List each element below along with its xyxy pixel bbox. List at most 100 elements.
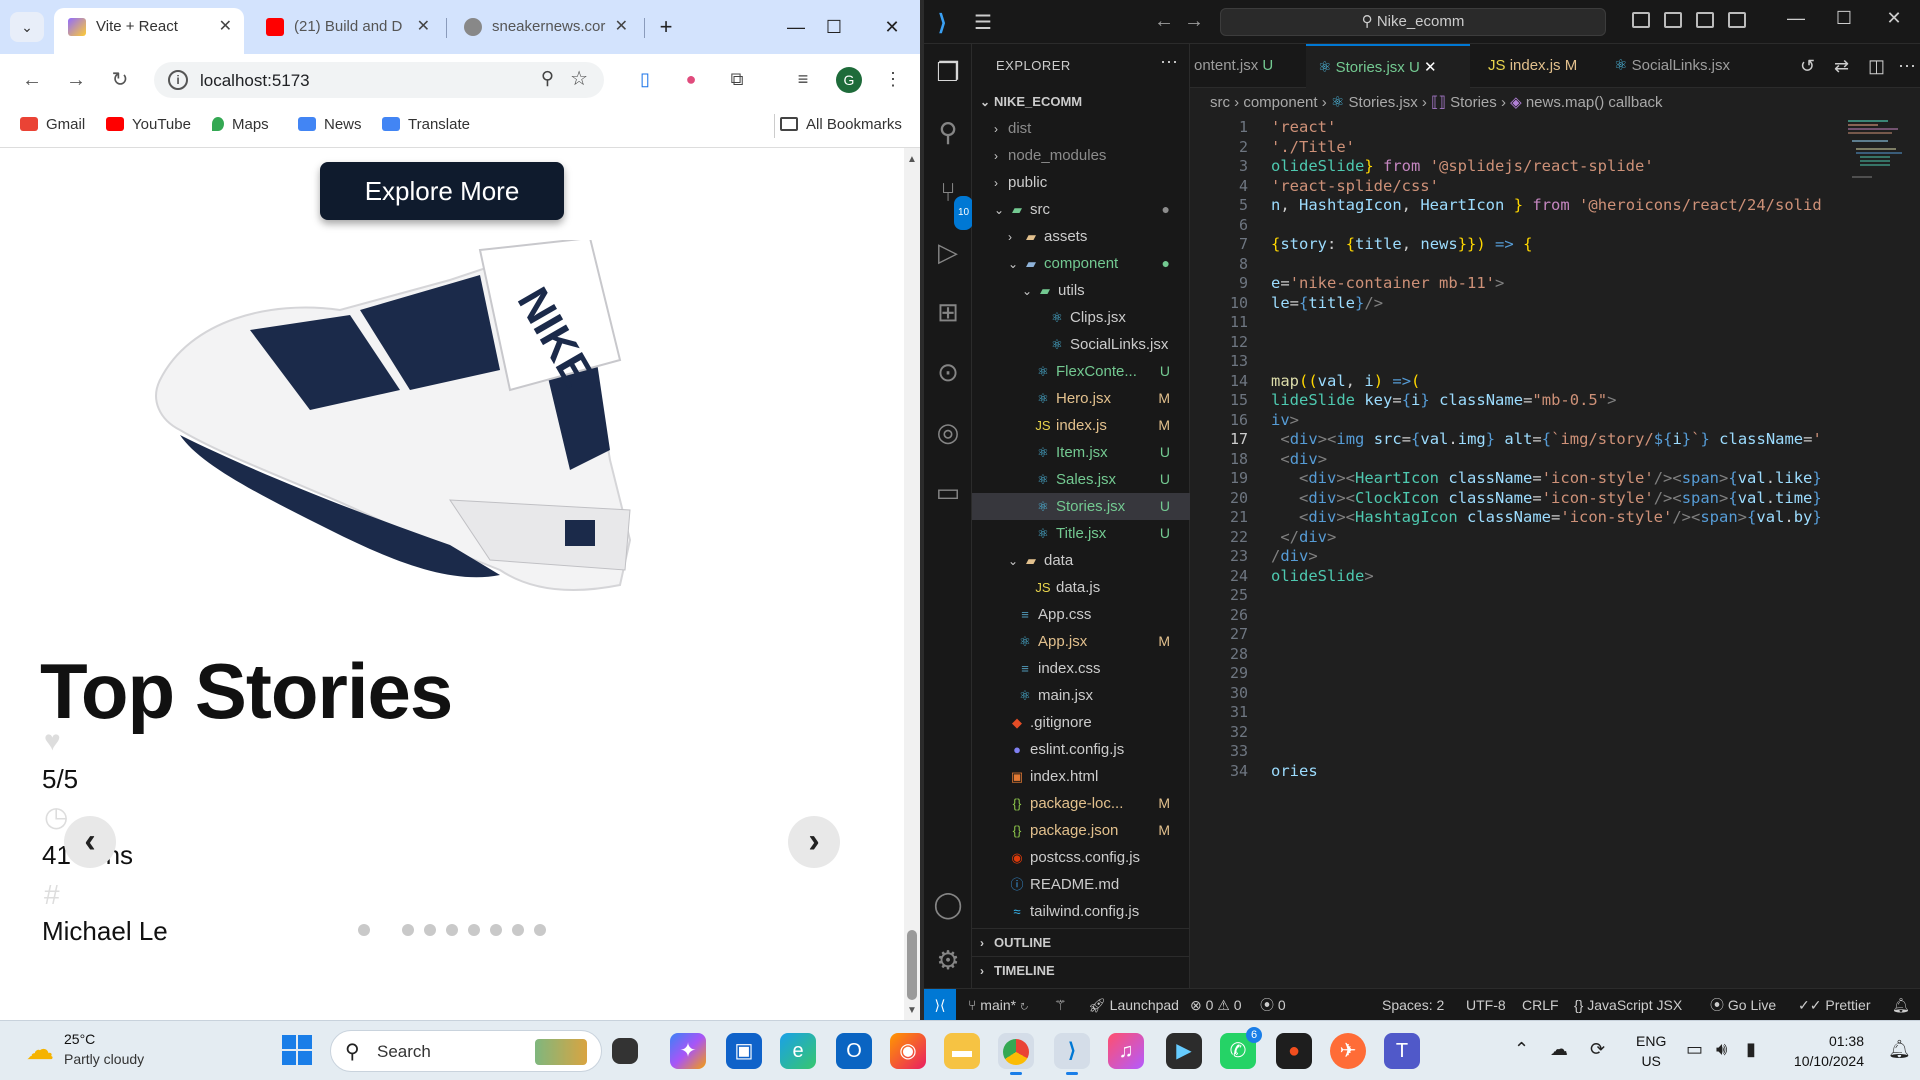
root-folder[interactable]: ⌄ NIKE_ECOMM <box>972 88 1190 115</box>
problems-status[interactable]: ⊗ 0 ⚠ 0 <box>1190 989 1242 1021</box>
new-tab-button[interactable]: + <box>646 10 686 44</box>
toggle-panel-icon[interactable] <box>1664 12 1682 28</box>
tree-item[interactable]: ⌄ ▰ component ● <box>972 250 1190 277</box>
taskbar-search[interactable]: ⚲ Search <box>330 1030 602 1072</box>
scroll-thumb[interactable] <box>907 930 917 1000</box>
tree-item[interactable]: ⚛ Item.jsx U <box>972 439 1190 466</box>
menu-kebab-icon[interactable]: ⋮ <box>880 66 906 92</box>
slider-dot[interactable] <box>512 924 524 936</box>
explorer-icon[interactable]: ❐ <box>932 56 964 88</box>
accounts-icon[interactable]: ◯ <box>932 888 964 920</box>
bookmark-gmail[interactable]: Gmail <box>20 116 85 133</box>
minimap[interactable] <box>1846 118 1906 258</box>
color-extension-icon[interactable]: ● <box>678 66 704 92</box>
tree-item-selected[interactable]: ⚛ Stories.jsx U <box>972 493 1190 520</box>
editor-tab-active[interactable]: ⚛ Stories.jsx U ✕ <box>1306 44 1470 88</box>
volume-icon[interactable]: 🔊︎ <box>1716 1039 1727 1060</box>
ports-status[interactable]: ⦿ 0 <box>1260 989 1286 1021</box>
tree-item[interactable]: › dist <box>972 115 1190 142</box>
source-control-icon[interactable]: ⑂ 10 <box>932 176 974 230</box>
project-manager-icon[interactable]: ▭ <box>932 476 964 508</box>
page-scrollbar[interactable]: ▲ ▼ <box>904 148 920 1020</box>
slider-dot[interactable] <box>534 924 546 936</box>
vscode-taskbar-icon[interactable]: ⟩ <box>1054 1033 1090 1075</box>
scroll-up-arrow[interactable]: ▲ <box>907 154 917 165</box>
copilot-icon[interactable]: ✦ <box>670 1033 706 1069</box>
tree-item[interactable]: ⚛ SocialLinks.jsx <box>972 331 1190 358</box>
forward-button[interactable]: → <box>62 66 90 94</box>
tree-item[interactable]: ⚛ Title.jsx U <box>972 520 1190 547</box>
url-text[interactable]: localhost:5173 <box>200 71 310 91</box>
nav-back-icon[interactable]: ← <box>1154 10 1174 33</box>
tree-item[interactable]: ≈ tailwind.config.js <box>972 898 1190 925</box>
tree-item[interactable]: › ▰ assets <box>972 223 1190 250</box>
file-explorer-icon[interactable]: ▬ <box>944 1033 980 1069</box>
tree-item[interactable]: {} package.json M <box>972 817 1190 844</box>
figma-icon[interactable]: ● <box>1276 1033 1312 1069</box>
itunes-icon[interactable]: ♫ <box>1108 1033 1144 1069</box>
profile-avatar[interactable]: G <box>836 67 862 93</box>
close-tab-icon[interactable]: ✕ <box>1424 59 1437 76</box>
branch-indicator[interactable]: ⑂ main* ↻ <box>968 989 1028 1021</box>
whatsapp-icon[interactable]: ✆ 6 <box>1220 1027 1262 1069</box>
eol-status[interactable]: CRLF <box>1522 989 1559 1021</box>
tree-item[interactable]: ⓘ README.md <box>972 871 1190 898</box>
slider-dot[interactable] <box>490 924 502 936</box>
run-debug-icon[interactable]: ▷ <box>932 236 964 268</box>
close-window-button[interactable]: ✕ <box>872 10 912 44</box>
onedrive-icon[interactable]: ☁ <box>1550 1039 1568 1060</box>
bookmark-youtube[interactable]: YouTube <box>106 116 191 133</box>
tree-item[interactable]: ⚛ FlexConte... U <box>972 358 1190 385</box>
notification-center-icon[interactable]: 🔔︎ <box>1888 1039 1911 1060</box>
tab-vite-react[interactable]: Vite + React ✕ <box>54 8 244 54</box>
bookmark-maps[interactable]: Maps <box>212 116 269 133</box>
edge-icon[interactable]: e <box>780 1033 816 1069</box>
bookmark-news[interactable]: News <box>298 116 362 133</box>
tree-item[interactable]: ◆ .gitignore <box>972 709 1190 736</box>
close-tab-icon[interactable]: ✕ <box>615 8 628 46</box>
vscode-minimize-button[interactable]: — <box>1776 8 1816 29</box>
search-icon[interactable]: ⚲ <box>932 116 964 148</box>
hamburger-menu-icon[interactable]: ☰ <box>974 10 992 35</box>
tree-item[interactable]: ⌄ ▰ utils <box>972 277 1190 304</box>
customize-layout-icon[interactable] <box>1728 12 1746 28</box>
tree-item[interactable]: › public <box>972 169 1190 196</box>
slider-next-button[interactable]: › <box>788 816 840 868</box>
system-clock[interactable]: 01:38 10/10/2024 <box>1780 1031 1864 1071</box>
notifications-bell-icon[interactable]: 🔔︎ <box>1892 989 1910 1021</box>
tree-item[interactable]: ⌄ ▰ src ● <box>972 196 1190 223</box>
tree-item[interactable]: ⚛ Sales.jsx U <box>972 466 1190 493</box>
slider-dot[interactable] <box>402 924 414 936</box>
launchpad-status[interactable]: 🚀︎ Launchpad <box>1088 989 1179 1021</box>
store-icon[interactable]: ▣ <box>726 1033 762 1069</box>
tree-item[interactable]: ⚛ Clips.jsx <box>972 304 1190 331</box>
tab-search-button[interactable]: ⌄ <box>10 12 44 42</box>
extensions-icon[interactable]: ⊞ <box>932 296 964 328</box>
tree-item[interactable]: ≡ index.css <box>972 655 1190 682</box>
editor-tab[interactable]: ⚛ SocialLinks.jsx <box>1602 44 1762 88</box>
tree-item[interactable]: ● eslint.config.js <box>972 736 1190 763</box>
tab-sneakernews[interactable]: sneakernews.cor ✕ <box>450 8 640 54</box>
chrome-icon[interactable] <box>998 1033 1034 1075</box>
remote-explorer-icon[interactable]: ◎ <box>932 416 964 448</box>
bookmark-star-icon[interactable]: ☆ <box>570 66 588 91</box>
timeline-history-icon[interactable]: ↺ <box>1788 44 1824 88</box>
tree-item[interactable]: ▣ index.html <box>972 763 1190 790</box>
bookmark-translate[interactable]: Translate <box>382 116 470 133</box>
timeline-section[interactable]: › TIMELINE <box>972 956 1190 983</box>
teams-icon[interactable]: T <box>1384 1033 1420 1069</box>
tree-item[interactable]: ≡ App.css <box>972 601 1190 628</box>
sync-icon[interactable]: ↻ <box>1020 997 1028 1013</box>
tree-item[interactable]: ⚛ App.jsx M <box>972 628 1190 655</box>
site-info-icon[interactable]: i <box>168 70 188 90</box>
extensions-icon[interactable]: ⧉ <box>724 66 750 92</box>
windows-start-icon[interactable] <box>282 1035 312 1065</box>
tree-item[interactable]: › node_modules <box>972 142 1190 169</box>
slider-dot[interactable] <box>358 924 370 936</box>
all-bookmarks[interactable]: All Bookmarks <box>780 116 902 133</box>
git-graph-icon[interactable]: ⊙ <box>932 356 964 388</box>
media-controls-icon[interactable]: ≡ <box>790 66 816 92</box>
indentation-status[interactable]: Spaces: 2 <box>1382 989 1444 1021</box>
linux-terminal-icon[interactable]: ▶ <box>1166 1033 1202 1069</box>
close-tab-icon[interactable]: ✕ <box>417 8 430 46</box>
